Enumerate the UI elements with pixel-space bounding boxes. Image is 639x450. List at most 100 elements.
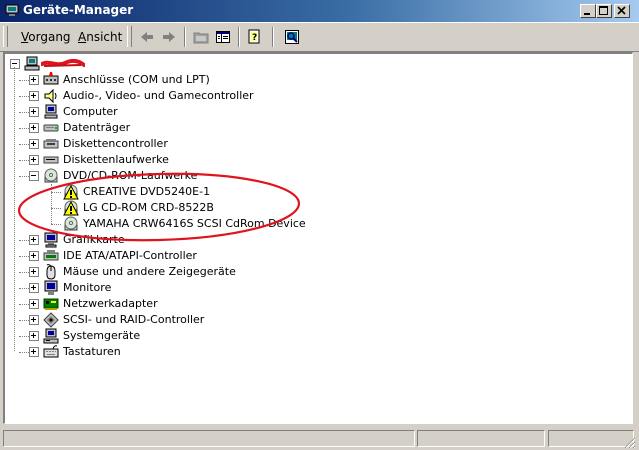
minimize-icon — [584, 13, 590, 15]
network-adapter-icon — [43, 298, 59, 310]
svg-text:?: ? — [252, 33, 257, 43]
category-label: Mäuse und andere Zeigegeräte — [63, 265, 236, 278]
close-icon — [617, 6, 626, 15]
help-button[interactable]: ? — [244, 27, 266, 47]
expand-toggle[interactable] — [29, 331, 39, 341]
tree-category-diskettenlaufwerke[interactable]: Diskettenlaufwerke — [5, 152, 325, 168]
tree-category-netzwerkadapter[interactable]: Netzwerkadapter — [5, 296, 325, 312]
menu-ansicht[interactable]: Ansicht — [78, 30, 122, 44]
system-devices-icon — [43, 328, 59, 344]
mouse-icon — [46, 264, 56, 280]
resize-grip-icon[interactable] — [622, 435, 636, 449]
category-label: Datenträger — [63, 121, 131, 134]
ide-controller-icon — [43, 250, 59, 261]
expand-toggle[interactable] — [29, 75, 39, 85]
tree-category-tastaturen[interactable]: Tastaturen — [5, 344, 325, 360]
tree-guide-branch — [19, 288, 29, 290]
expand-toggle[interactable] — [29, 267, 39, 277]
tree-category-audio-video-und-gamecontroller[interactable]: Audio-, Video- und Gamecontroller — [5, 88, 325, 104]
toolbar-separator — [184, 27, 186, 47]
title-bar[interactable]: Geräte-Manager — [0, 0, 639, 22]
expand-toggle[interactable] — [29, 139, 39, 149]
category-label: Monitore — [63, 281, 112, 294]
tree-guide-branch — [19, 96, 29, 98]
status-panel-main — [3, 430, 415, 447]
expand-toggle[interactable] — [29, 155, 39, 165]
tree-category-anschlüsse-com-und-lpt[interactable]: Anschlüsse (COM und LPT) — [5, 72, 325, 88]
category-label: Diskettencontroller — [63, 137, 168, 150]
tree-guide-branch — [19, 272, 29, 274]
port-icon — [43, 72, 59, 85]
expand-toggle[interactable] — [29, 315, 39, 325]
back-button[interactable] — [136, 27, 158, 47]
device-tree[interactable]: Anschlüsse (COM und LPT) Audio-, Video- u… — [3, 52, 633, 424]
computer-icon — [44, 104, 58, 119]
tree-category-datenträger[interactable]: Datenträger — [5, 120, 325, 136]
expand-toggle[interactable] — [29, 283, 39, 293]
menu-ansicht-label: nsicht — [86, 30, 123, 44]
tree-category-ide-ata-atapi-controller[interactable]: IDE ATA/ATAPI-Controller — [5, 248, 325, 264]
disk-drive-icon — [43, 124, 59, 132]
menu-vorgang[interactable]: Vorgang — [21, 30, 71, 44]
window-title: Geräte-Manager — [23, 3, 134, 17]
tree-category-monitore[interactable]: Monitore — [5, 280, 325, 296]
expand-toggle[interactable] — [29, 299, 39, 309]
maximize-button[interactable] — [596, 4, 612, 18]
toolbar: Vorgang Ansicht ? — [0, 22, 639, 52]
tree-category-diskettencontroller[interactable]: Diskettencontroller — [5, 136, 325, 152]
tree-category-scsi-und-raid-controller[interactable]: SCSI- und RAID-Controller — [5, 312, 325, 328]
category-label: Computer — [63, 105, 118, 118]
forward-button[interactable] — [158, 27, 180, 47]
tree-guide-branch — [19, 144, 29, 146]
tree-guide-branch — [19, 336, 29, 338]
maximize-icon — [599, 6, 608, 15]
tree-guide-branch — [19, 304, 29, 306]
expand-toggle[interactable] — [29, 91, 39, 101]
expand-toggle[interactable] — [29, 251, 39, 261]
tree-category-computer[interactable]: Computer — [5, 104, 325, 120]
close-button[interactable] — [614, 4, 630, 18]
folder-up-icon — [193, 32, 209, 44]
toolbar-grip[interactable] — [127, 26, 132, 47]
minimize-button[interactable] — [580, 4, 596, 18]
menu-ansicht-accelerator: A — [78, 30, 87, 44]
tree-guide-branch — [19, 128, 29, 130]
expand-toggle[interactable] — [29, 347, 39, 357]
menu-vorgang-label: organg — [28, 30, 71, 44]
speaker-icon — [44, 88, 57, 104]
expand-toggle[interactable] — [29, 123, 39, 133]
category-label: Anschlüsse (COM und LPT) — [63, 73, 210, 86]
category-label: Netzwerkadapter — [63, 297, 158, 310]
tree-guide-branch — [19, 160, 29, 162]
forward-arrow-icon — [163, 32, 175, 42]
tree-category-mäuse-und-andere-zeigegeräte[interactable]: Mäuse und andere Zeigegeräte — [5, 264, 325, 280]
tree-category-systemgeräte[interactable]: Systemgeräte — [5, 328, 325, 344]
keyboard-icon — [43, 345, 59, 358]
scan-hardware-icon — [285, 30, 299, 44]
show-hide-console-tree-button[interactable] — [212, 27, 234, 47]
category-label: Systemgeräte — [63, 329, 141, 342]
tree-guide-branch — [19, 112, 29, 114]
tree-guide-branch — [19, 352, 29, 354]
scsi-controller-icon — [43, 312, 59, 328]
tree-guide-branch — [19, 256, 29, 258]
annotation-ellipse — [17, 172, 301, 242]
computer-icon — [24, 56, 40, 71]
device-manager-app-icon — [5, 4, 19, 16]
monitor-icon — [44, 280, 58, 295]
category-label: Diskettenlaufwerke — [63, 153, 169, 166]
menu-grip[interactable] — [3, 26, 8, 47]
tree-guide-branch — [19, 320, 29, 322]
redaction-scribble — [41, 59, 85, 67]
tree-root-row[interactable] — [5, 56, 305, 72]
console-tree-icon — [216, 31, 230, 43]
up-level-button[interactable] — [190, 27, 212, 47]
category-label: SCSI- und RAID-Controller — [63, 313, 205, 326]
back-arrow-icon — [141, 32, 153, 42]
expand-toggle[interactable] — [29, 107, 39, 117]
toolbar-separator-2 — [238, 27, 240, 47]
floppy-controller-icon — [43, 139, 59, 149]
scan-hardware-button[interactable] — [281, 27, 303, 47]
toolbar-separator-3 — [272, 27, 274, 47]
status-bar — [0, 426, 639, 450]
